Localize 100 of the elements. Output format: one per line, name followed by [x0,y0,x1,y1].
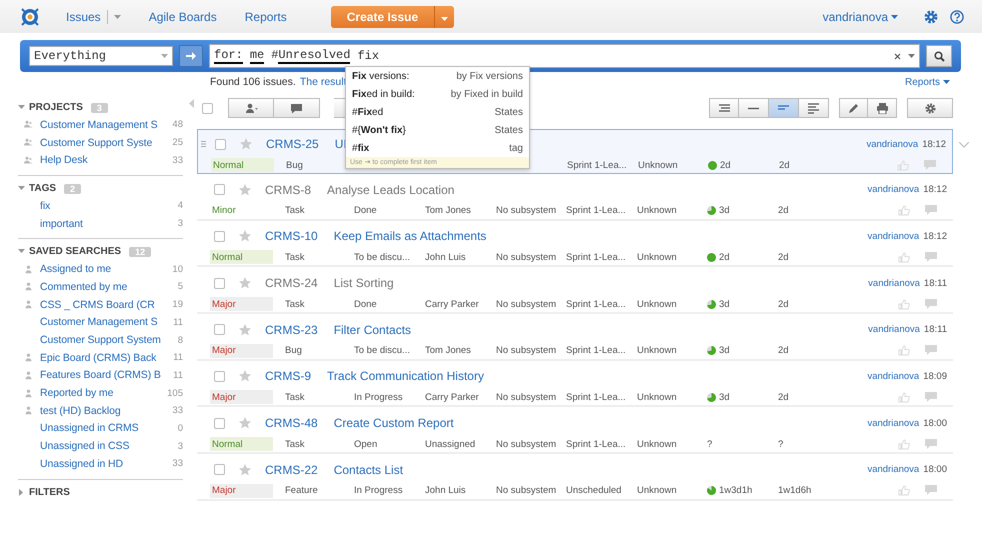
issue-row[interactable]: CRMS-9 Track Communication History vandrianova 18:09 Major Task In Progress Carry Parker No subsystem Sprint 1-Lea... Unknown 3d 2d [197,362,953,408]
spent-time-cell[interactable]: 2d [779,160,869,170]
sprint-cell[interactable]: Sprint 1-Lea... [566,345,637,356]
issue-id-link[interactable]: CRMS-23 [265,322,318,337]
issue-id-link[interactable]: CRMS-24 [265,276,318,290]
assign-button[interactable] [228,98,274,118]
subsystem-cell[interactable]: No subsystem [496,438,566,450]
type-cell[interactable]: Bug [285,345,354,356]
issue-row[interactable]: CRMS-8 Analyse Leads Location vandrianova 18:12 Minor Task Done Tom Jones No subsystem Sprint 1-Lea... Unknown 3d 2d [197,176,953,221]
spent-time-cell[interactable]: ? [778,438,868,450]
type-cell[interactable]: Task [285,205,354,216]
thumbs-up-icon[interactable] [898,298,910,310]
issue-id-link[interactable]: CRMS-25 [266,137,319,151]
fix-version-cell[interactable]: Unknown [637,438,707,450]
view-mode-button[interactable] [769,98,799,118]
sidebar-link[interactable]: Unassigned in CSS [40,440,130,452]
thumbs-up-icon[interactable] [898,392,910,403]
estimate-cell[interactable]: 2d [720,160,731,170]
assignee-cell[interactable]: Carry Parker [425,298,496,310]
author-link[interactable]: vandrianova [867,370,920,382]
row-checkbox[interactable] [215,138,226,150]
search-button[interactable] [926,45,952,67]
thumbs-up-icon[interactable] [897,160,909,170]
issue-id-link[interactable]: CRMS-8 [265,182,312,197]
context-select[interactable]: Everything [29,46,173,66]
assignee-cell[interactable]: Tom Jones [425,345,496,356]
nav-link[interactable]: Agile Boards [148,10,217,24]
priority-tag[interactable]: Major [210,344,273,358]
nav-link[interactable]: Reports [244,10,287,24]
priority-tag[interactable]: Normal [210,437,273,452]
issue-summary-link[interactable]: Contacts List [334,462,404,477]
sidebar-link[interactable]: Customer Management S [40,316,158,328]
state-cell[interactable]: To be discu... [354,345,425,356]
sidebar-link[interactable]: fix [40,200,50,212]
fix-version-cell[interactable]: Unknown [638,160,708,170]
select-all-checkbox[interactable] [202,102,213,114]
state-cell[interactable]: Open [354,438,425,450]
sidebar-link[interactable]: Unassigned in CRMS [40,422,139,434]
priority-tag[interactable]: Normal [211,158,274,172]
priority-tag[interactable]: Major [210,390,273,404]
comment-button[interactable] [274,98,320,118]
create-menu-button[interactable] [434,6,454,28]
section-title[interactable]: TAGS [29,183,56,194]
thumbs-up-icon[interactable] [898,438,910,450]
issue-summary-link[interactable]: Create Custom Report [334,416,454,430]
suggestion-item[interactable]: #Fixed States [346,103,529,121]
assignee-cell[interactable]: Unassigned [425,438,496,450]
issue-row[interactable]: CRMS-10 Keep Emails as Attachments vandrianova 18:12 Normal Task To be discu... John Luis No subsystem Sprint 1-Lea... Unknown 2d 2d [197,222,953,268]
sprint-cell[interactable]: Sprint 1-Lea... [567,160,638,170]
comment-icon[interactable] [925,205,937,216]
spent-time-cell[interactable]: 2d [778,252,868,263]
sidebar-link[interactable]: Unassigned in HD [40,458,124,470]
nav-link[interactable]: Issues [66,10,101,24]
spent-time-cell[interactable]: 2d [778,205,868,216]
fix-version-cell[interactable]: Unknown [637,298,707,310]
state-cell[interactable]: Done [354,298,425,310]
sprint-cell[interactable]: Sprint 1-Lea... [566,252,637,263]
issue-row[interactable]: CRMS-23 Filter Contacts vandrianova 18:11 Major Bug To be discu... Tom Jones No subsystem Sprint 1-Lea... Unknown 3d 2d [197,316,953,361]
suggestion-item[interactable]: Fixed in build: by Fixed in build [346,85,529,103]
subsystem-cell[interactable]: No subsystem [496,485,566,496]
close-icon[interactable] [894,52,901,60]
issue-id-link[interactable]: CRMS-9 [265,369,312,384]
section-title[interactable]: PROJECTS [29,102,83,113]
priority-tag[interactable]: Normal [210,250,273,264]
state-cell[interactable]: In Progress [354,485,425,496]
issue-id-link[interactable]: CRMS-22 [265,462,318,477]
state-cell[interactable]: Done [354,205,425,216]
spent-time-cell[interactable]: 2d [778,392,868,403]
logo-icon[interactable] [20,6,40,26]
spent-time-cell[interactable]: 1w1d6h [778,485,868,496]
priority-tag[interactable]: Minor [210,204,273,218]
author-link[interactable]: vandrianova [867,230,920,242]
sidebar-link[interactable]: Customer Support System [40,334,161,346]
comment-icon[interactable] [925,485,937,496]
type-cell[interactable]: Feature [285,485,354,496]
suggestion-item[interactable]: #fix tag [346,139,529,157]
thumbs-up-icon[interactable] [898,252,910,263]
issue-summary-link[interactable]: List Sorting [334,276,394,290]
comment-icon[interactable] [925,438,937,450]
go-button[interactable] [179,45,203,67]
sidebar-link[interactable]: Assigned to me [40,263,111,276]
issue-summary-link[interactable]: Filter Contacts [334,322,412,337]
spent-time-cell[interactable]: 2d [778,345,868,356]
author-link[interactable]: vandrianova [867,464,920,476]
sprint-cell[interactable]: Sprint 1-Lea... [566,205,637,216]
estimate-cell[interactable]: 3d [719,298,730,310]
issue-summary-link[interactable]: Keep Emails as Attachments [334,229,486,244]
fix-version-cell[interactable]: Unknown [637,345,707,356]
issue-row[interactable]: CRMS-48 Create Custom Report vandrianova 18:00 Normal Task Open Unassigned No subsystem Sprint 1-Lea... Unknown ? ? [197,409,953,454]
user-menu[interactable]: vandrianova [822,10,898,24]
fix-version-cell[interactable]: Unknown [637,252,707,263]
assignee-cell[interactable]: John Luis [425,252,496,263]
subsystem-cell[interactable]: No subsystem [496,252,566,263]
estimate-cell[interactable]: ? [707,438,712,450]
subsystem-cell[interactable]: No subsystem [496,392,566,403]
fix-version-cell[interactable]: Unknown [637,392,707,403]
sidebar-link[interactable]: Customer Support Syste [40,136,152,149]
sidebar-link[interactable]: Help Desk [40,154,88,166]
estimate-cell[interactable]: 1w3d1h [719,485,752,496]
subsystem-cell[interactable]: No subsystem [496,298,566,310]
